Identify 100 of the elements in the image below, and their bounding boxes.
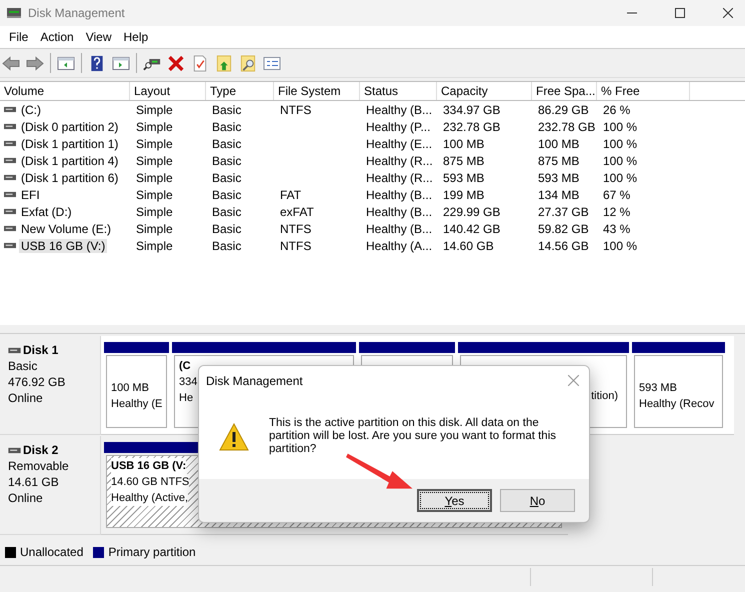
table-cell-text: Basic — [211, 222, 242, 236]
partition-info: 14.60 GB NTFS — [111, 474, 190, 490]
table-cell-text: Basic — [211, 136, 242, 150]
app-icon — [6, 6, 22, 20]
partition-info: 334 — [179, 375, 198, 390]
drive-icon — [4, 191, 16, 198]
folder-search-icon[interactable] — [239, 54, 257, 72]
partition-info: 100 MB — [111, 380, 149, 396]
disk-name: Disk 2 — [23, 442, 58, 458]
close-icon[interactable] — [723, 8, 733, 18]
table-cell-text: Basic — [211, 120, 242, 134]
column-header[interactable]: Layout — [130, 82, 206, 100]
table-cell-text: Simple — [135, 154, 174, 168]
table-cell-text: 100 MB — [537, 136, 580, 150]
table-cell-text: 100 % — [602, 136, 638, 150]
partition-info: Healthy (Active, — [111, 490, 188, 506]
disk-name: Disk 1 — [23, 342, 58, 358]
table-cell-text: 334.97 GB — [442, 102, 502, 116]
table-cell-text: Simple — [135, 188, 174, 202]
dialog-message: This is the active partition on this disk. All data on the partition will be lost. Are you sure you want to format this partition? — [269, 417, 557, 456]
column-header[interactable]: Volume — [0, 82, 130, 100]
drive-icon — [4, 225, 16, 232]
table-cell-text: 100 % — [602, 170, 638, 184]
drive-icon — [4, 106, 16, 113]
table-cell-text: 14.60 GB — [442, 238, 495, 252]
window-title: Disk Management — [28, 6, 125, 20]
menu-item[interactable]: View — [80, 30, 118, 44]
table-cell-text: Healthy (A... — [365, 238, 434, 252]
table-cell-text: Healthy (R... — [365, 154, 434, 168]
drive-icon — [4, 140, 16, 147]
table-cell-text: 12 % — [602, 204, 632, 218]
disk-label-panel[interactable]: Disk 1 Basic 476.92 GB Online — [0, 336, 101, 435]
drive-name[interactable]: (Disk 1 partition 6) — [19, 170, 120, 184]
drive-icon — [4, 157, 16, 164]
table-cell-text: Simple — [135, 136, 174, 150]
table-cell-text: Healthy (B... — [365, 102, 434, 116]
column-header[interactable]: % Free — [597, 82, 690, 100]
action-pane-icon[interactable] — [112, 54, 130, 72]
partition-info: He — [179, 391, 194, 406]
partition-info: tition) — [591, 388, 618, 404]
drive-name[interactable]: EFI — [19, 188, 42, 202]
properties-icon[interactable] — [191, 54, 209, 72]
table-cell-text: Basic — [211, 102, 242, 116]
table-cell-text: Simple — [135, 102, 174, 116]
menu-item[interactable]: Help — [118, 30, 154, 44]
column-header[interactable]: Free Spa... — [532, 82, 597, 100]
table-cell-text: Healthy (B... — [365, 222, 434, 236]
table-cell-text: 67 % — [602, 188, 632, 202]
table-cell-text: 232.78 GB — [537, 120, 596, 134]
drive-icon — [4, 242, 16, 249]
dialog-title: Disk Management — [206, 374, 303, 388]
disk-size: 476.92 GB — [8, 374, 66, 390]
forward-icon[interactable] — [26, 54, 44, 72]
drive-name[interactable]: Exfat (D:) — [19, 204, 74, 218]
table-cell-text: Healthy (B... — [365, 188, 434, 202]
warning-icon — [219, 423, 249, 451]
table-cell-text: 593 MB — [442, 170, 486, 184]
column-header[interactable]: Type — [206, 82, 274, 100]
table-cell-text: 593 MB — [537, 170, 580, 184]
column-header[interactable]: Capacity — [437, 82, 532, 100]
table-cell-text: Simple — [135, 170, 174, 184]
table-cell-text: NTFS — [279, 238, 312, 252]
partition-info: Healthy (E — [111, 396, 162, 412]
dialog-button[interactable]: No — [500, 489, 575, 512]
drive-name[interactable]: New Volume (E:) — [19, 222, 114, 236]
drive-name[interactable]: (C:) — [19, 102, 43, 116]
table-cell-text: Basic — [211, 204, 242, 218]
table-cell-text: Basic — [211, 170, 242, 184]
column-header[interactable]: File System — [274, 82, 360, 100]
maximize-icon[interactable] — [675, 8, 685, 18]
partition-info: Healthy (Recov — [639, 396, 714, 412]
disk-size: 14.61 GB — [8, 474, 60, 490]
console-tree-icon[interactable] — [57, 54, 75, 72]
table-cell-text: 59.82 GB — [537, 222, 590, 236]
partition-name: (C — [179, 359, 191, 374]
column-header[interactable]: Status — [360, 82, 437, 100]
drive-name[interactable]: USB 16 GB (V:) — [19, 238, 108, 252]
table-cell-text: Healthy (B... — [365, 204, 434, 218]
menu-item[interactable]: Action — [34, 30, 80, 44]
list-view-icon[interactable] — [263, 54, 281, 72]
partition-block[interactable]: 593 MB Healthy (Recov — [634, 355, 723, 428]
table-cell-text: 43 % — [602, 222, 632, 236]
drive-name[interactable]: (Disk 0 partition 2) — [19, 120, 120, 134]
drive-icon — [4, 123, 16, 130]
drive-name[interactable]: (Disk 1 partition 1) — [19, 136, 120, 150]
delete-icon[interactable] — [167, 54, 185, 72]
drive-name[interactable]: (Disk 1 partition 4) — [19, 154, 120, 168]
disk-type: Removable — [8, 458, 70, 474]
folder-up-icon[interactable] — [215, 54, 233, 72]
dialog-button[interactable]: Yes — [417, 489, 492, 512]
disk-label-panel[interactable]: Disk 2 Removable 14.61 GB Online — [0, 436, 101, 535]
partition-block[interactable]: 100 MB Healthy (E — [106, 355, 167, 428]
table-cell-text: 26 % — [602, 102, 632, 116]
back-icon[interactable] — [2, 54, 20, 72]
table-cell-text: 875 MB — [442, 154, 486, 168]
legend-label: Primary partition — [108, 545, 196, 559]
table-cell-text: 875 MB — [537, 154, 580, 168]
menu-item[interactable]: File — [3, 30, 34, 44]
table-cell-text: 140.42 GB — [442, 222, 502, 236]
partition-info: 593 MB — [639, 380, 677, 396]
